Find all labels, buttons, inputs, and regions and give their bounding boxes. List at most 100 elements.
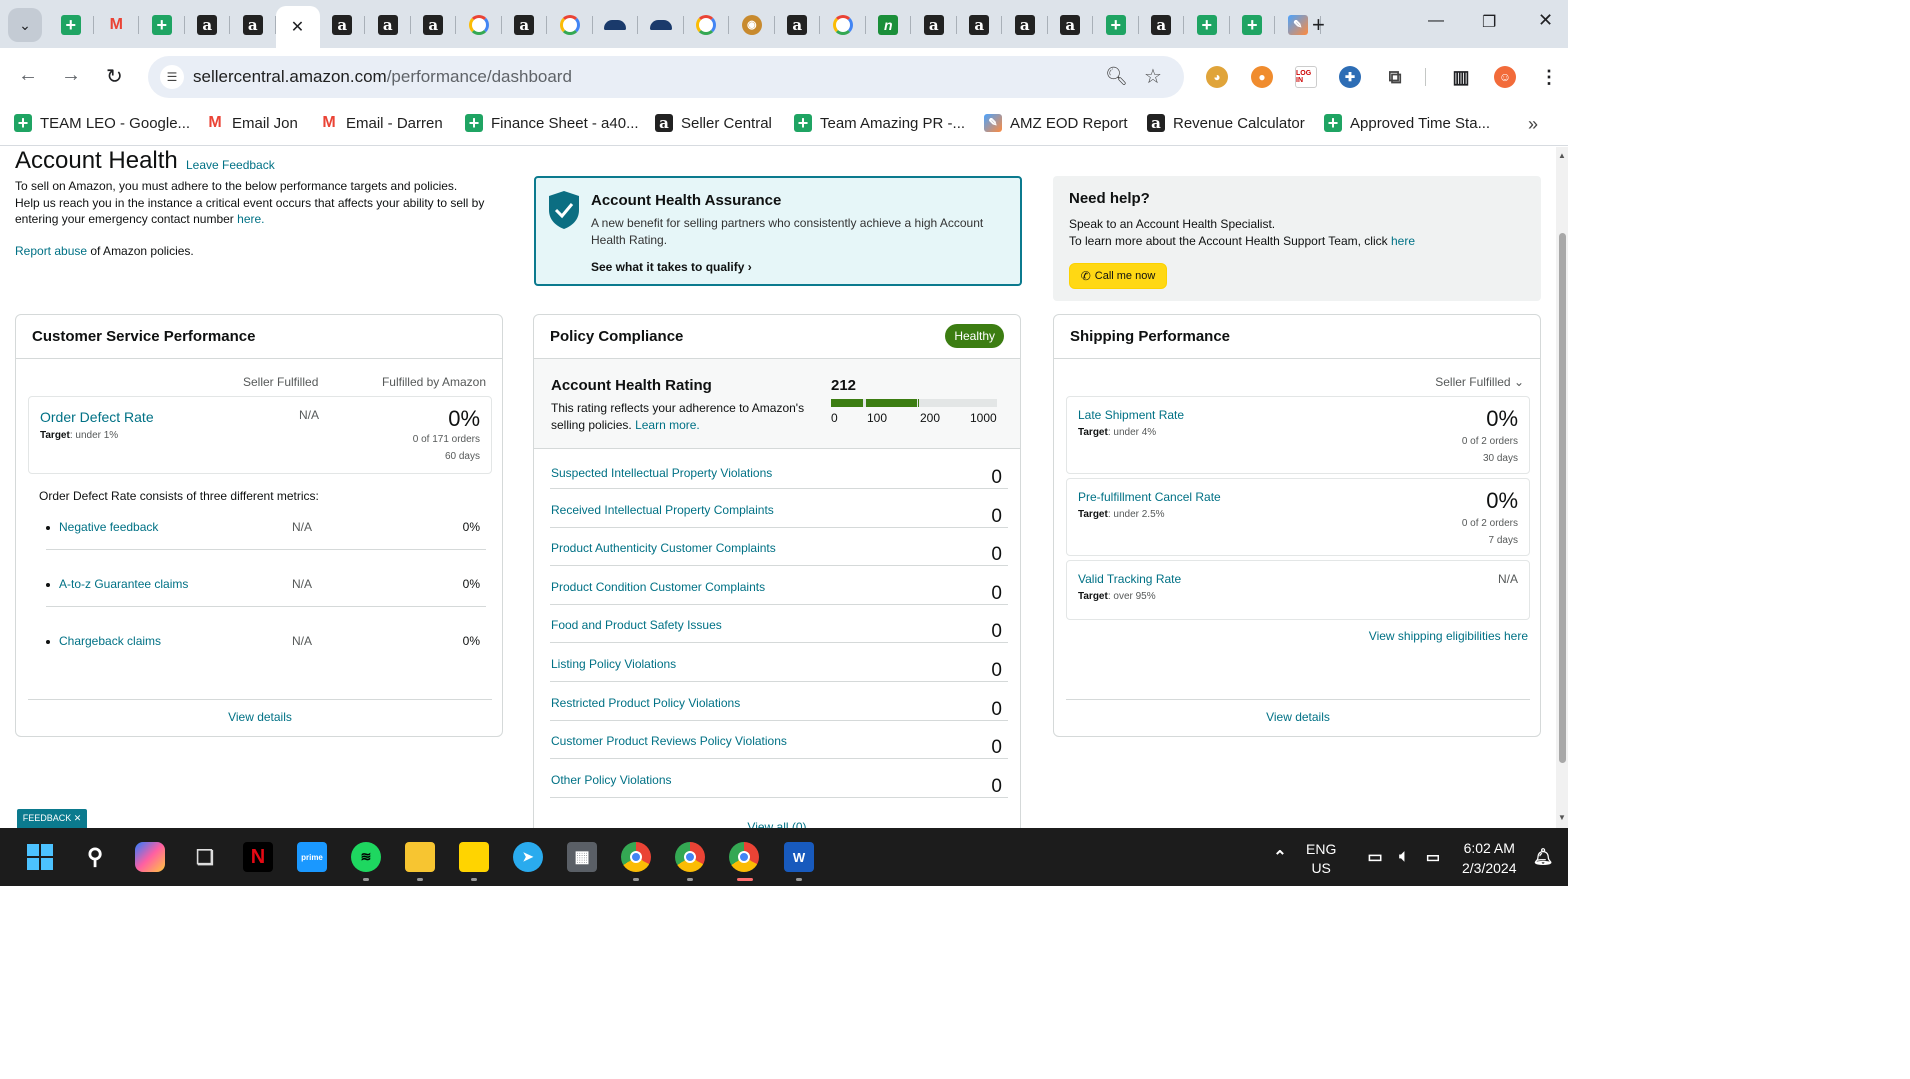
tab[interactable]: + bbox=[48, 6, 94, 44]
taskbar-search-button[interactable]: ⚲ bbox=[80, 842, 110, 872]
tab[interactable]: + bbox=[1184, 6, 1230, 44]
browser-menu-button[interactable]: ⋮ bbox=[1538, 66, 1560, 88]
call-me-now-button[interactable]: ✆ Call me now bbox=[1069, 263, 1167, 289]
tab[interactable]: a bbox=[411, 6, 457, 44]
shipping-eligibilities-link[interactable]: View shipping eligibilities here bbox=[1369, 629, 1528, 643]
volume-icon[interactable]: 🔈︎ bbox=[1389, 842, 1419, 872]
ahr-learn-more-link[interactable]: Learn more. bbox=[635, 418, 700, 432]
report-abuse-link[interactable]: Report abuse bbox=[15, 244, 87, 258]
bookmark-item[interactable]: + Finance Sheet - a40... bbox=[465, 114, 639, 132]
tab[interactable] bbox=[547, 6, 593, 44]
feedback-tab[interactable]: FEEDBACK ✕ bbox=[17, 809, 87, 828]
profile-avatar[interactable]: ☺ bbox=[1494, 66, 1516, 88]
policy-violation-link[interactable]: Received Intellectual Property Complaint… bbox=[551, 503, 774, 517]
scroll-down-icon[interactable]: ▼ bbox=[1558, 813, 1566, 822]
leave-feedback-link[interactable]: Leave Feedback bbox=[186, 158, 275, 172]
bookmark-item[interactable]: a Revenue Calculator bbox=[1147, 114, 1305, 132]
shipping-metric-link[interactable]: Valid Tracking Rate bbox=[1078, 572, 1181, 586]
prime-video-button[interactable]: prime bbox=[297, 842, 327, 872]
policy-violation-link[interactable]: Product Condition Customer Complaints bbox=[551, 580, 765, 594]
address-bar[interactable]: ☰ sellercentral.amazon.com/performance/d… bbox=[148, 56, 1184, 98]
tab[interactable]: a bbox=[775, 6, 821, 44]
calculator-button[interactable]: ▦ bbox=[567, 842, 597, 872]
bookmark-star-button[interactable]: ☆ bbox=[1144, 64, 1162, 89]
side-panel-button[interactable]: ▥ bbox=[1450, 66, 1472, 88]
scrollbar-thumb[interactable] bbox=[1559, 233, 1566, 763]
shipping-metric-link[interactable]: Late Shipment Rate bbox=[1078, 408, 1184, 422]
tab-active[interactable]: ✕ bbox=[275, 6, 320, 48]
tab[interactable]: a bbox=[957, 6, 1003, 44]
file-explorer-button[interactable] bbox=[405, 842, 435, 872]
chrome-button-2[interactable] bbox=[675, 842, 705, 872]
tab[interactable] bbox=[820, 6, 866, 44]
qualify-link[interactable]: See what it takes to qualify › bbox=[591, 260, 752, 274]
restore-button[interactable]: ❐ bbox=[1482, 12, 1496, 32]
bookmark-item[interactable]: ✎ AMZ EOD Report bbox=[984, 114, 1128, 132]
site-info-button[interactable]: ☰ bbox=[160, 65, 184, 89]
extension-honey-button[interactable]: ◕ bbox=[1206, 66, 1228, 88]
view-all-violations-link[interactable]: View all (0) bbox=[534, 820, 1020, 828]
more-bookmarks-button[interactable]: » bbox=[1528, 114, 1538, 135]
extension-plus-button[interactable]: ✚ bbox=[1339, 66, 1361, 88]
word-button[interactable]: W bbox=[784, 842, 814, 872]
telegram-button[interactable]: ➤ bbox=[513, 842, 543, 872]
sticky-notes-button[interactable] bbox=[459, 842, 489, 872]
new-tab-button[interactable]: + bbox=[1312, 12, 1325, 38]
notification-bell-icon[interactable]: 🔔︎ bbox=[1528, 842, 1558, 872]
tab[interactable]: a bbox=[1139, 6, 1185, 44]
policy-violation-link[interactable]: Other Policy Violations bbox=[551, 773, 672, 787]
zoom-button[interactable]: 🔍︎ bbox=[1105, 66, 1128, 87]
start-button[interactable] bbox=[25, 842, 55, 872]
policy-violation-link[interactable]: Listing Policy Violations bbox=[551, 657, 676, 671]
task-view-button[interactable]: ❏ bbox=[190, 842, 220, 872]
bookmark-item[interactable]: M Email - Darren bbox=[320, 114, 442, 132]
tab[interactable]: + bbox=[1093, 6, 1139, 44]
chrome-button-3[interactable] bbox=[729, 842, 759, 872]
tab[interactable]: a bbox=[185, 6, 231, 44]
clock[interactable]: 6:02 AM 2/3/2024 bbox=[1462, 838, 1517, 878]
reload-button[interactable]: ↻ bbox=[106, 64, 123, 89]
netflix-button[interactable]: N bbox=[243, 842, 273, 872]
chrome-button-1[interactable] bbox=[621, 842, 651, 872]
tab[interactable]: a bbox=[365, 6, 411, 44]
show-hidden-icons-button[interactable]: ⌃ bbox=[1265, 842, 1295, 872]
copilot-button[interactable] bbox=[135, 842, 165, 872]
policy-violation-link[interactable]: Customer Product Reviews Policy Violatio… bbox=[551, 734, 787, 748]
support-team-link[interactable]: here bbox=[1391, 234, 1415, 248]
network-icon[interactable]: ▭ bbox=[1360, 842, 1390, 872]
extension-login-button[interactable]: LOG IN bbox=[1295, 66, 1317, 88]
fulfillment-selector[interactable]: Seller Fulfilled ⌄ bbox=[1435, 375, 1524, 389]
battery-icon[interactable]: ▭ bbox=[1418, 842, 1448, 872]
bookmark-item[interactable]: a Seller Central bbox=[655, 114, 772, 132]
policy-violation-link[interactable]: Food and Product Safety Issues bbox=[551, 618, 722, 632]
policy-violation-link[interactable]: Restricted Product Policy Violations bbox=[551, 696, 740, 710]
tab[interactable]: M bbox=[94, 6, 140, 44]
tab[interactable]: a bbox=[911, 6, 957, 44]
bookmark-item[interactable]: + TEAM LEO - Google... bbox=[14, 114, 190, 132]
url-text[interactable]: sellercentral.amazon.com/performance/das… bbox=[193, 67, 572, 87]
extension-circle-button[interactable]: ● bbox=[1251, 66, 1273, 88]
tab-search-button[interactable]: ⌄ bbox=[8, 8, 42, 42]
policy-violation-link[interactable]: Product Authenticity Customer Complaints bbox=[551, 541, 776, 555]
sp-view-details-link[interactable]: View details bbox=[1066, 710, 1530, 724]
spotify-button[interactable]: ≋ bbox=[351, 842, 381, 872]
tab[interactable]: ◉ bbox=[729, 6, 775, 44]
shipping-metric-link[interactable]: Pre-fulfillment Cancel Rate bbox=[1078, 490, 1221, 504]
tab[interactable]: a bbox=[1048, 6, 1094, 44]
tab[interactable]: a bbox=[1002, 6, 1048, 44]
odr-metric-link[interactable]: Chargeback claims bbox=[59, 634, 161, 648]
odr-metric-link[interactable]: A-to-z Guarantee claims bbox=[59, 577, 188, 591]
close-window-button[interactable]: ✕ bbox=[1538, 10, 1553, 31]
tab[interactable]: a bbox=[502, 6, 548, 44]
tab[interactable] bbox=[456, 6, 502, 44]
order-defect-rate-link[interactable]: Order Defect Rate bbox=[40, 409, 154, 425]
back-button[interactable]: ← bbox=[18, 64, 38, 87]
tab[interactable] bbox=[684, 6, 730, 44]
csp-view-details-link[interactable]: View details bbox=[28, 710, 492, 724]
odr-metric-link[interactable]: Negative feedback bbox=[59, 520, 158, 534]
tab[interactable]: + bbox=[139, 6, 185, 44]
bookmark-item[interactable]: M Email Jon bbox=[206, 114, 298, 132]
scroll-up-icon[interactable]: ▲ bbox=[1558, 151, 1566, 160]
tab[interactable]: a bbox=[320, 6, 366, 44]
forward-button[interactable]: → bbox=[61, 64, 81, 87]
